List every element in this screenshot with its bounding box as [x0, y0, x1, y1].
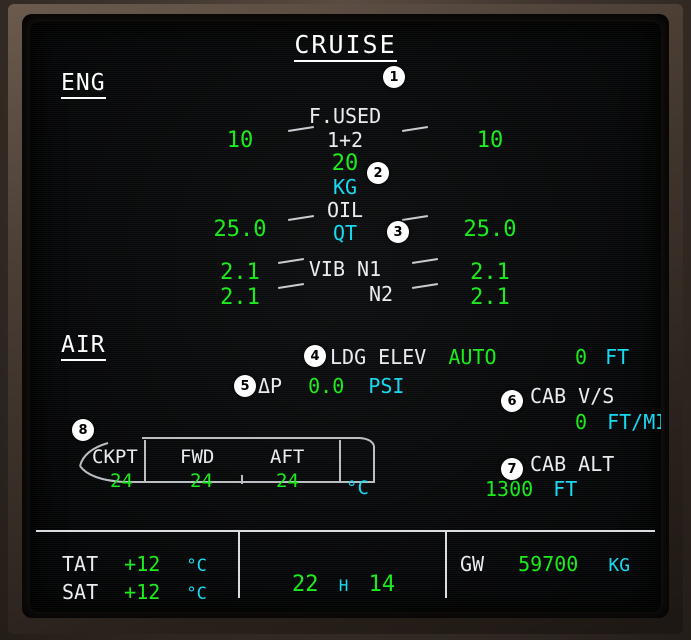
delta-p-row: ΔP 0.0 PSI — [258, 374, 404, 398]
fuel-used-label: F.USED — [308, 104, 382, 128]
callout-badge-3: 3 — [387, 221, 409, 243]
delta-p-label: ΔP — [258, 374, 283, 398]
status-bar-divider-left — [238, 532, 240, 598]
callout-badge-1: 1 — [383, 66, 405, 88]
callout-badge-7: 7 — [501, 458, 523, 480]
fuel-used-eng2-value: 10 — [476, 128, 504, 153]
cab-vs-unit: FT/MIN — [607, 410, 661, 434]
clock-minutes: 14 — [368, 572, 396, 597]
sat-unit: °C — [186, 584, 207, 604]
ecam-system-display: CRUISE ENG F.USED 1+2 20 KG 10 10 OIL QT… — [30, 22, 661, 612]
zone-value-fwd: 24 — [190, 470, 213, 492]
callout-badge-2: 2 — [367, 162, 389, 184]
ldg-elev-unit: FT — [605, 345, 630, 369]
zone-label-fwd: FWD — [180, 446, 215, 468]
zone-label-aft: AFT — [270, 446, 305, 468]
fuel-used-eng1-value: 10 — [226, 128, 254, 153]
tat-unit: °C — [186, 556, 207, 576]
gw-value: 59700 — [518, 552, 579, 576]
vib-n2-eng2-value: 2.1 — [470, 285, 510, 310]
delta-p-value: 0.0 — [308, 374, 345, 398]
oil-eng2-value: 25.0 — [463, 217, 517, 242]
fuel-used-row: 10 10 — [30, 125, 661, 158]
callout-badge-4: 4 — [304, 345, 326, 367]
cab-vs-value-group: 0 FT/MIN — [575, 410, 661, 434]
tat-value: +12 — [124, 552, 161, 576]
cabin-temperature-schematic: CKPT 24 FWD 24 AFT 24 — [70, 430, 390, 498]
delta-p-unit: PSI — [368, 374, 405, 398]
callout-badge-6: 6 — [501, 390, 523, 412]
zone-value-ckpt: 24 — [110, 470, 133, 492]
cab-alt-label: CAB ALT — [530, 452, 615, 476]
status-bar: TAT +12 °C SAT +12 °C 22 H 14 GW 59700 K… — [30, 532, 661, 612]
cab-vs-label: CAB V/S — [530, 384, 615, 408]
cabin-temp-unit: °C — [346, 477, 369, 499]
clock-separator: H — [338, 576, 349, 595]
ldg-elev-mode: AUTO — [448, 345, 497, 369]
zone-label-ckpt: CKPT — [92, 446, 138, 468]
oil-eng1-value: 25.0 — [213, 217, 267, 242]
ldg-elev-value-group: 0 FT — [575, 345, 629, 369]
clock-hours: 22 — [292, 572, 319, 597]
gross-weight-row: GW 59700 KG — [460, 552, 630, 576]
gw-label: GW — [460, 552, 485, 576]
gw-unit: KG — [608, 555, 631, 576]
engine-parameters-group: F.USED 1+2 20 KG 10 10 OIL QT 25.0 25.0 … — [30, 76, 661, 310]
callout-badge-8: 8 — [72, 419, 94, 441]
sat-label: SAT — [62, 580, 99, 604]
fuel-used-unit: KG — [332, 175, 358, 199]
zone-value-aft: 24 — [276, 470, 299, 492]
ldg-elev-row: LDG ELEV AUTO — [330, 345, 497, 369]
status-bar-divider-right — [445, 532, 447, 598]
page-title-text: CRUISE — [294, 30, 397, 62]
page-title: CRUISE — [30, 30, 661, 62]
sat-value: +12 — [124, 580, 161, 604]
callout-badge-5: 5 — [234, 375, 256, 397]
clock: 22 H 14 — [292, 572, 395, 597]
sat-row: SAT +12 °C — [62, 580, 207, 604]
tat-row: TAT +12 °C — [62, 552, 207, 576]
ldg-elev-label: LDG ELEV — [330, 345, 427, 369]
cab-alt-value-group: 1300 FT — [485, 477, 577, 501]
air-section-heading: AIR — [61, 332, 106, 361]
vib-n2-eng1-value: 2.1 — [220, 285, 260, 310]
tat-label: TAT — [62, 552, 99, 576]
cab-alt-value: 1300 — [485, 477, 534, 501]
oil-qty-row: 25.0 25.0 — [30, 214, 661, 247]
cab-vs-value: 0 — [575, 410, 588, 434]
cab-alt-unit: FT — [553, 477, 578, 501]
vib-n2-row: 2.1 2.1 — [30, 282, 661, 315]
ldg-elev-value: 0 — [575, 345, 588, 369]
